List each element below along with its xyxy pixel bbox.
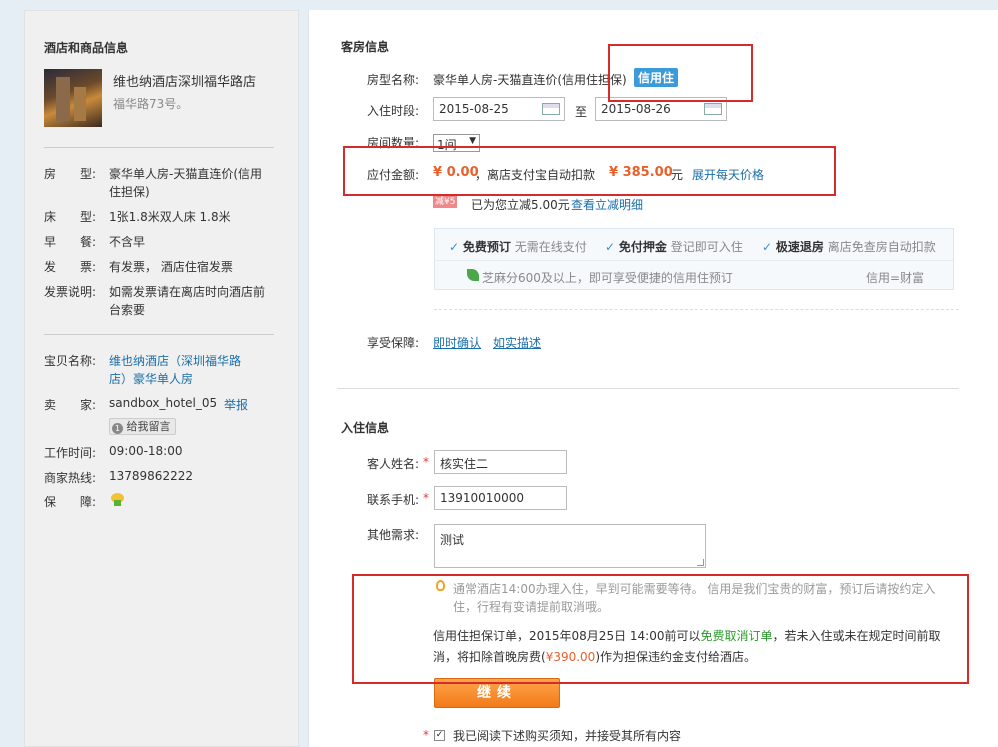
room-type-value: 豪华单人房-天猫直连价(信用住担保): [109, 167, 263, 199]
resize-handle-icon[interactable]: [697, 559, 704, 566]
other-request-label: 其他需求:: [367, 528, 420, 542]
hotel-info-sidebar: 酒店和商品信息 维也纳酒店深圳福华路店 福华路73号。 房 型: 豪华单人房-天…: [24, 10, 299, 747]
feature-free-booking: ✓ 免费预订 无需在线支付: [449, 238, 587, 255]
feature-title: 免费预订: [462, 240, 511, 254]
feature-no-deposit: ✓ 免付押金 登记即可入住: [605, 238, 743, 255]
agree-checkbox[interactable]: ✓: [434, 730, 445, 741]
feature-title: 免付押金: [618, 240, 667, 254]
hotel-address: 福华路73号。: [113, 97, 189, 111]
date-label: 入住时段:: [367, 104, 420, 118]
instant-confirm-link[interactable]: 即时确认: [433, 334, 481, 351]
checkout-date-value: 2015-08-26: [601, 102, 671, 116]
zhima-credit-icon: [467, 269, 479, 281]
feature-desc: 离店免查房自动扣款: [827, 240, 936, 254]
credit-slogan: 信用=财富: [866, 271, 925, 285]
room-type-label: 房型名称:: [367, 73, 420, 87]
feature-desc: 无需在线支付: [514, 240, 587, 254]
calendar-icon[interactable]: [704, 103, 722, 115]
check-circle-icon: ✓: [449, 240, 460, 254]
room-section-title: 客房信息: [341, 40, 390, 54]
feature-title: 极速退房: [775, 240, 824, 254]
required-marker: *: [423, 491, 429, 505]
seller-label: 卖 家:: [44, 398, 97, 412]
invoice-note-value: 如需发票请在离店时向酒店前台索要: [109, 285, 266, 317]
guarantee-label: 保 障:: [44, 495, 97, 509]
zhima-text: 芝麻分600及以上，即可享受便捷的信用住预订: [482, 271, 733, 285]
invoice-label: 发 票:: [44, 260, 97, 274]
agree-text: 我已阅读下述购买须知，并接受其所有内容: [453, 729, 682, 743]
other-request-value: 测试: [440, 533, 465, 547]
discount-detail-link[interactable]: 查看立减明细: [571, 196, 643, 213]
discount-icon: 减¥5: [433, 196, 458, 208]
annotation-box-policy: [352, 574, 969, 684]
date-separator: 至: [575, 105, 588, 119]
chevron-down-icon: ▼: [469, 136, 476, 146]
bed-type-value: 1张1.8米双人床 1.8米: [109, 210, 231, 224]
hours-value: 09:00-18:00: [109, 444, 183, 458]
calendar-icon[interactable]: [542, 103, 560, 115]
sidebar-title: 酒店和商品信息: [44, 41, 129, 55]
check-circle-icon: ✓: [762, 240, 773, 254]
divider: [44, 147, 274, 148]
required-marker: *: [423, 728, 429, 742]
protect-label: 享受保障:: [367, 336, 420, 350]
discount-text: 已为您立减5.00元: [471, 198, 570, 212]
breakfast-label: 早 餐:: [44, 235, 97, 249]
check-circle-icon: ✓: [605, 240, 616, 254]
divider: [44, 334, 274, 335]
phone-input[interactable]: 13910010000: [434, 486, 567, 510]
feature-fast-checkout: ✓ 极速退房 离店免查房自动扣款: [762, 238, 936, 255]
leave-message-button[interactable]: 1 给我留言: [109, 418, 176, 435]
guest-section-title: 入住信息: [341, 421, 390, 435]
guest-name-label: 客人姓名:: [367, 457, 420, 471]
breakfast-value: 不含早: [109, 235, 146, 249]
hotline-value: 13789862222: [109, 469, 193, 483]
hours-label: 工作时间:: [44, 446, 97, 460]
leave-message-label: 给我留言: [126, 420, 171, 433]
room-type-label: 房 型:: [44, 167, 97, 181]
hotel-thumbnail[interactable]: [44, 69, 102, 127]
hotel-name: 维也纳酒店深圳福华路店: [113, 75, 257, 90]
annotation-box-badge: [608, 44, 753, 102]
room-type-value: 豪华单人房-天猫直连价(信用住担保): [433, 73, 627, 87]
required-marker: *: [423, 455, 429, 469]
annotation-box-payment: [343, 146, 836, 196]
product-name-link[interactable]: 维也纳酒店（深圳福华路店）豪华单人房: [109, 352, 249, 388]
divider: [435, 260, 953, 261]
checkin-date-input[interactable]: 2015-08-25: [433, 97, 565, 121]
bed-type-label: 床 型:: [44, 210, 97, 224]
phone-label: 联系手机:: [367, 493, 420, 507]
message-icon: 1: [112, 423, 123, 434]
checkin-date-value: 2015-08-25: [439, 102, 509, 116]
hotline-label: 商家热线:: [44, 471, 97, 485]
other-request-textarea[interactable]: 测试: [434, 524, 706, 568]
report-link[interactable]: 举报: [224, 396, 248, 413]
seller-name: sandbox_hotel_05: [109, 396, 218, 410]
feature-desc: 登记即可入住: [670, 240, 743, 254]
guest-name-input[interactable]: 核实住二: [434, 450, 567, 474]
as-described-link[interactable]: 如实描述: [493, 334, 541, 351]
invoice-note-label: 发票说明:: [44, 285, 97, 299]
invoice-value: 有发票， 酒店住宿发票: [109, 260, 233, 274]
divider: [434, 309, 959, 310]
credit-stay-features: ✓ 免费预订 无需在线支付 ✓ 免付押金 登记即可入住 ✓ 极速退房 离店免查房…: [434, 228, 954, 290]
product-label: 宝贝名称:: [44, 354, 97, 368]
guarantee-badge-icon[interactable]: [111, 493, 124, 506]
section-divider: [337, 388, 959, 389]
